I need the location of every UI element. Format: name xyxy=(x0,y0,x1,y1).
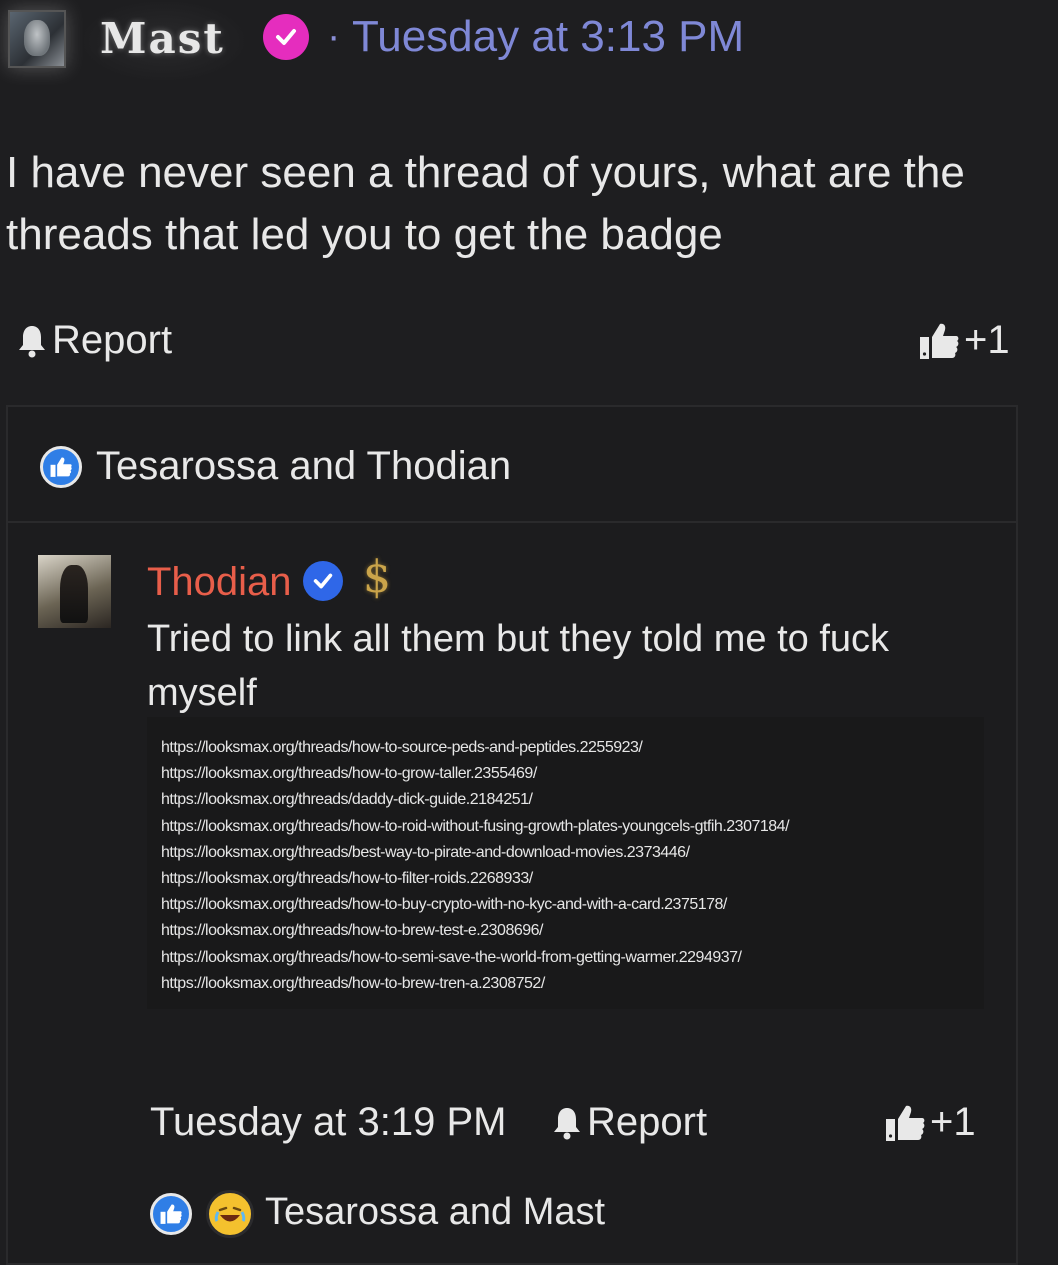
thread-link[interactable]: https://looksmax.org/threads/how-to-filt… xyxy=(161,866,789,892)
post-author-name[interactable]: Mast xyxy=(100,14,225,63)
thread-link[interactable]: https://looksmax.org/threads/how-to-brew… xyxy=(161,971,789,997)
reply-author-name[interactable]: Thodian xyxy=(147,560,292,605)
reactions-list[interactable]: Tesarossa and Mast xyxy=(265,1191,605,1234)
reply-author-avatar[interactable] xyxy=(38,555,111,628)
report-label: Report xyxy=(52,318,173,362)
post-timestamp[interactable]: Tuesday at 3:13 PM xyxy=(352,12,744,62)
like-button[interactable]: +1 xyxy=(884,1100,976,1145)
dollar-icon: $ xyxy=(363,552,391,603)
thread-link[interactable]: https://looksmax.org/threads/daddy-dick-… xyxy=(161,787,789,813)
mast-avatar[interactable] xyxy=(8,10,66,68)
report-button[interactable]: Report xyxy=(16,318,172,363)
verified-check-icon xyxy=(303,561,343,601)
like-reaction-icon[interactable] xyxy=(150,1193,192,1235)
thumbs-up-icon xyxy=(886,1105,925,1141)
reply-timestamp[interactable]: Tuesday at 3:19 PM xyxy=(150,1100,506,1145)
verified-check-icon xyxy=(263,14,309,60)
thread-link[interactable]: https://looksmax.org/threads/how-to-roid… xyxy=(161,814,790,840)
laughing-emoji-icon[interactable] xyxy=(206,1190,254,1238)
thread-link[interactable]: https://looksmax.org/threads/how-to-grow… xyxy=(161,761,789,787)
reactions-list[interactable]: Tesarossa and Thodian xyxy=(96,444,511,489)
link-list: https://looksmax.org/threads/how-to-sour… xyxy=(161,735,790,997)
thread-link[interactable]: https://looksmax.org/threads/how-to-brew… xyxy=(161,918,789,944)
like-button[interactable]: +1 xyxy=(918,318,1010,363)
report-label: Report xyxy=(587,1100,708,1144)
thread-link[interactable]: https://looksmax.org/threads/how-to-sour… xyxy=(161,735,789,761)
thread-link[interactable]: https://looksmax.org/threads/how-to-semi… xyxy=(161,945,789,971)
reply-body: Tried to link all them but they told me … xyxy=(147,618,890,714)
report-button[interactable]: Report xyxy=(551,1100,707,1145)
bell-icon xyxy=(19,325,45,357)
post-body: I have never seen a thread of yours, wha… xyxy=(6,148,965,259)
thread-link[interactable]: https://looksmax.org/threads/best-way-to… xyxy=(161,840,789,866)
bell-icon xyxy=(554,1107,580,1139)
thread-link[interactable]: https://looksmax.org/threads/how-to-buy-… xyxy=(161,892,789,918)
like-count: +1 xyxy=(964,318,1010,362)
like-reaction-icon[interactable] xyxy=(40,446,82,488)
like-count: +1 xyxy=(930,1100,976,1144)
separator-dot: · xyxy=(327,14,341,58)
thumbs-up-icon xyxy=(920,323,959,359)
